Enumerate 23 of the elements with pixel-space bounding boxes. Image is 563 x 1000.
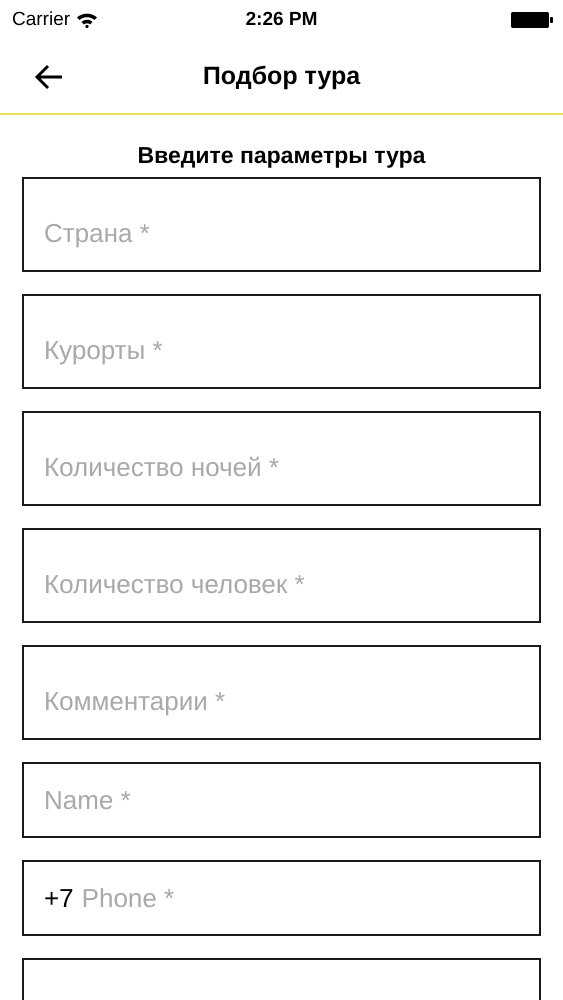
input-field[interactable]: Количество человек * xyxy=(22,528,541,623)
input-field[interactable]: Комментарии * xyxy=(22,645,541,740)
placeholder: Страна * xyxy=(44,218,150,249)
input-field[interactable] xyxy=(22,958,541,1000)
screen-title: Подбор тура xyxy=(202,62,360,91)
battery-icon xyxy=(511,12,553,28)
input-field[interactable]: Курорты * xyxy=(22,294,541,389)
placeholder: Количество человек * xyxy=(44,569,305,600)
carrier-label: Carrier xyxy=(12,9,70,31)
input-field[interactable]: Name * xyxy=(22,762,541,838)
placeholder: Phone * xyxy=(82,882,174,914)
input-field[interactable]: Количество ночей * xyxy=(22,411,541,506)
placeholder: Курорты * xyxy=(44,335,163,366)
wifi-icon xyxy=(76,12,98,28)
form-heading: Введите параметры тура xyxy=(138,142,426,168)
back-arrow-icon[interactable] xyxy=(34,62,64,92)
input-field[interactable]: +7 Phone * xyxy=(22,860,541,936)
placeholder: Количество ночей * xyxy=(44,452,279,483)
clock-time: 2:26 PM xyxy=(246,9,318,30)
placeholder: Комментарии * xyxy=(44,686,226,717)
placeholder: Name * xyxy=(44,784,131,816)
input-field[interactable]: Страна * xyxy=(22,177,541,272)
phone-prefix: +7 xyxy=(44,882,74,914)
